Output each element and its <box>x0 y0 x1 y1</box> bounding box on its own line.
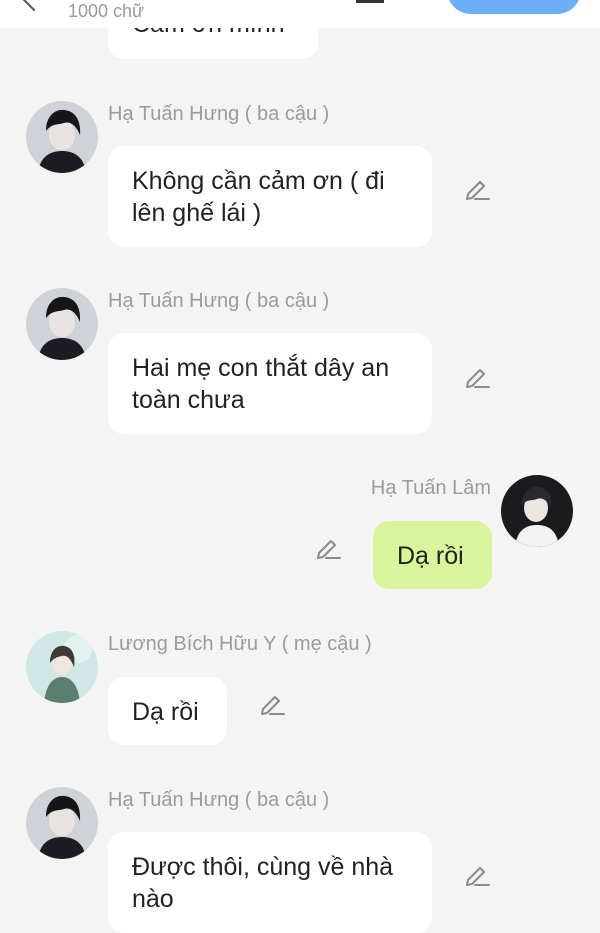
avatar-image <box>26 631 98 703</box>
avatar-ha-tuan-hung[interactable] <box>26 787 98 859</box>
back-icon[interactable] <box>22 0 46 12</box>
avatar-ha-tuan-lam[interactable] <box>501 475 573 547</box>
message-bubble: Dạ rồi <box>108 677 227 745</box>
sender-name: Hạ Tuấn Hưng ( ba cậu ) <box>108 103 330 125</box>
pencil-edit-icon[interactable] <box>463 362 491 390</box>
message-text: Dạ rồi <box>132 698 199 726</box>
avatar-image <box>26 288 98 360</box>
sender-name: Hạ Tuấn Hưng ( ba cậu ) <box>108 290 330 312</box>
message-bubble: Không cần cảm ơn ( đi lên ghế lái ) <box>108 146 432 247</box>
avatar-ha-tuan-hung[interactable] <box>26 288 98 360</box>
avatar-image <box>26 787 98 859</box>
pencil-edit-icon[interactable] <box>314 533 342 561</box>
message-bubble-mine: Dạ rồi <box>373 521 492 589</box>
avatar-image <box>26 101 98 173</box>
message-bubble: Được thôi, cùng về nhà nào <box>108 832 432 933</box>
sender-name: Hạ Tuấn Hưng ( ba cậu ) <box>108 789 330 811</box>
divider-mark <box>356 0 384 3</box>
pencil-edit-icon[interactable] <box>463 174 491 202</box>
message-bubble: Hai mẹ con thắt dây an toàn chưa <box>108 333 432 434</box>
character-counter: 1000 chữ <box>68 1 145 21</box>
message-text: Được thôi, cùng về nhà nào <box>132 853 394 913</box>
pencil-edit-icon[interactable] <box>463 860 491 888</box>
message-text: Dạ rồi <box>397 542 464 570</box>
action-button[interactable] <box>447 0 581 14</box>
avatar-ha-tuan-hung[interactable] <box>26 101 98 173</box>
message-text: Không cần cảm ơn ( đi lên ghế lái ) <box>132 167 385 227</box>
pencil-edit-icon[interactable] <box>258 689 286 717</box>
avatar-luong-bich-huu-y[interactable] <box>26 631 98 703</box>
top-bar: 1000 chữ <box>0 0 600 28</box>
message-text: Hai mẹ con thắt dây an toàn chưa <box>132 354 390 414</box>
sender-name: Lương Bích Hữu Y ( mẹ cậu ) <box>108 633 372 655</box>
sender-name: Hạ Tuấn Lâm <box>370 477 491 499</box>
avatar-image <box>501 475 573 547</box>
